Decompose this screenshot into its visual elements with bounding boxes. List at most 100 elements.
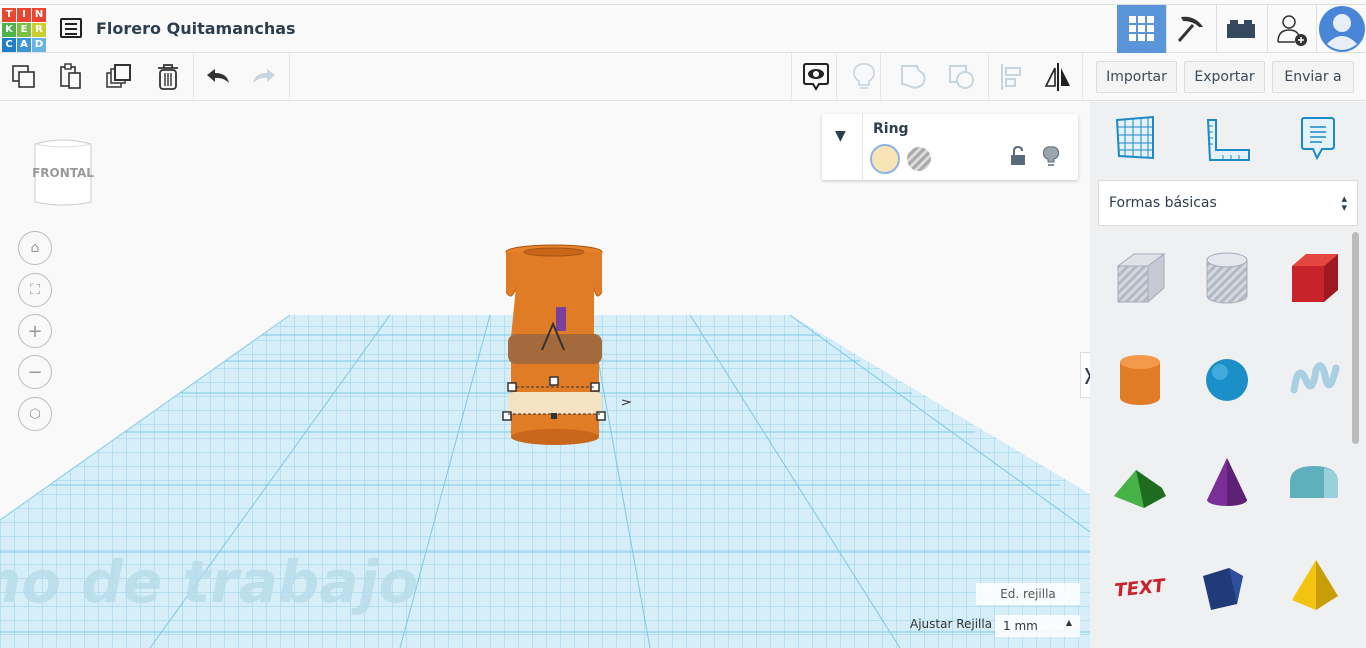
trash-icon: [158, 64, 178, 90]
view-cube-label: FRONTAL: [32, 166, 94, 180]
box-icon: [1292, 254, 1338, 302]
ruler-icon[interactable]: [1205, 118, 1251, 162]
mirror-button[interactable]: [1042, 61, 1074, 93]
roof-icon: [1114, 470, 1166, 508]
logo-letter: A: [17, 38, 31, 52]
fit-icon: ⛶: [30, 282, 40, 298]
zoom-out-button[interactable]: −: [18, 355, 52, 389]
duplicate-icon: [106, 64, 131, 88]
tinkercad-logo[interactable]: TIN KER CAD: [2, 8, 46, 52]
collapse-inspector-button[interactable]: ▼: [822, 114, 863, 180]
pickaxe-icon: [1177, 16, 1203, 42]
project-title[interactable]: Florero Quitamanchas: [96, 19, 296, 38]
shape-category-select[interactable]: Formas básicas ▴ ▾: [1098, 180, 1358, 226]
logo-letter: R: [32, 23, 46, 37]
copy-button[interactable]: [8, 61, 40, 93]
user-avatar[interactable]: [1316, 5, 1366, 53]
unlock-icon[interactable]: [1010, 146, 1026, 166]
eye-bubble-icon: [803, 63, 829, 91]
logo-letter: C: [2, 38, 16, 52]
bricks-button[interactable]: [1216, 5, 1265, 53]
3d-design-button[interactable]: [1117, 5, 1166, 53]
notes-visibility-button[interactable]: [800, 61, 832, 93]
redo-icon: [253, 69, 275, 83]
shape-half-cylinder[interactable]: [1197, 554, 1257, 618]
logo-letter: E: [17, 23, 31, 37]
shape-scribble[interactable]: [1284, 350, 1344, 414]
light-button: [848, 61, 880, 93]
home-view-button[interactable]: ⌂: [18, 231, 52, 265]
perspective-button[interactable]: ⬡: [18, 397, 52, 431]
cone-icon: [1207, 458, 1247, 506]
zoom-in-button[interactable]: +: [18, 314, 52, 348]
home-icon: ⌂: [30, 240, 40, 256]
shape-category-value: Formas básicas: [1109, 195, 1217, 211]
shape-cylinder-hole[interactable]: [1197, 248, 1257, 312]
group-button: [898, 61, 930, 93]
undo-icon: [207, 69, 229, 83]
logo-letter: K: [2, 23, 16, 37]
snap-grid-value: 1 mm: [1003, 619, 1038, 633]
cube-icon: ⬡: [29, 406, 41, 422]
shape-sphere[interactable]: [1197, 350, 1257, 414]
toolbar: Importar Exportar Enviar a: [0, 53, 1366, 101]
import-button[interactable]: Importar: [1096, 61, 1177, 93]
invite-user-button[interactable]: [1267, 5, 1316, 53]
shape-cylinder[interactable]: [1110, 350, 1170, 414]
ungroup-button: [946, 61, 978, 93]
design-list-icon[interactable]: [60, 18, 82, 38]
view-cube[interactable]: FRONTAL: [31, 136, 95, 206]
shape-round-roof[interactable]: [1284, 452, 1344, 516]
workplane-watermark: no de trabajo: [0, 548, 418, 616]
shape-cone[interactable]: [1197, 452, 1257, 516]
solid-color-button[interactable]: [870, 144, 900, 174]
shapes-panel: Formas básicas ▴ ▾ TEXT: [1090, 102, 1366, 648]
workplane-tool-icon[interactable]: [1115, 116, 1157, 160]
notes-tool-icon[interactable]: [1300, 116, 1336, 162]
round-roof-icon: [1290, 466, 1338, 498]
edit-grid-button[interactable]: Ed. rejilla: [976, 583, 1080, 605]
svg-text:TEXT: TEXT: [1114, 575, 1168, 601]
shape-box[interactable]: [1284, 248, 1344, 312]
shape-pyramid[interactable]: [1284, 554, 1344, 618]
delete-button[interactable]: [152, 61, 184, 93]
ungroup-icon: [949, 65, 974, 89]
shape-text[interactable]: TEXT: [1110, 554, 1170, 618]
undo-button[interactable]: [202, 61, 234, 93]
export-button[interactable]: Exportar: [1184, 61, 1265, 93]
paste-button[interactable]: [55, 61, 87, 93]
select-arrows-icon: ▴ ▾: [1341, 192, 1347, 214]
top-bar: TIN KER CAD Florero Quitamanchas: [0, 4, 1366, 53]
lightbulb-icon[interactable]: [1043, 146, 1059, 168]
fit-view-button[interactable]: ⛶: [18, 273, 52, 307]
hole-button[interactable]: [907, 147, 931, 171]
panel-scrollbar[interactable]: [1352, 232, 1359, 444]
3d-viewport[interactable]: no de trabajo FRONTAL ⌂ ⛶ + − ⬡ Ed. reji…: [0, 102, 1090, 648]
logo-letter: N: [32, 8, 46, 22]
bricks-icon: [1227, 20, 1255, 38]
shape-roof[interactable]: [1110, 452, 1170, 516]
plus-icon: +: [27, 320, 43, 342]
lightbulb-icon: [853, 63, 875, 89]
minus-icon: −: [27, 361, 43, 383]
redo-button[interactable]: [248, 61, 280, 93]
workplane[interactable]: no de trabajo: [0, 102, 1090, 648]
caret-down-icon: ▼: [835, 128, 846, 144]
align-button: [996, 61, 1028, 93]
copy-icon: [12, 65, 35, 88]
duplicate-button[interactable]: [103, 61, 135, 93]
mirror-icon: [1044, 63, 1070, 91]
group-icon: [901, 65, 926, 89]
snap-grid-label: Ajustar Rejilla: [910, 617, 993, 631]
logo-letter: I: [17, 8, 31, 22]
shape-box-hole[interactable]: [1110, 248, 1170, 312]
snap-grid-select[interactable]: 1 mm ▲: [995, 615, 1080, 637]
minecraft-button[interactable]: [1166, 5, 1215, 53]
text-icon: TEXT: [1114, 575, 1168, 601]
send-to-button[interactable]: Enviar a: [1272, 61, 1354, 93]
sphere-icon: [1206, 359, 1248, 401]
align-icon: [1001, 64, 1021, 90]
avatar-icon: [1318, 6, 1365, 52]
caret-up-icon: ▲: [1065, 618, 1072, 627]
logo-letter: T: [2, 8, 16, 22]
